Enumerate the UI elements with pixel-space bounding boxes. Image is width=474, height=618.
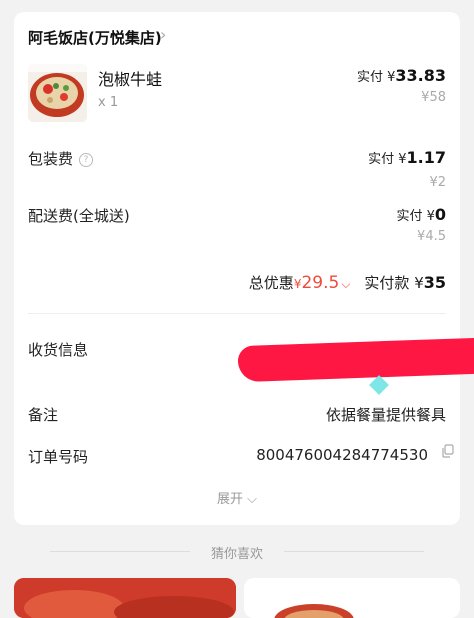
recommend-image — [244, 578, 460, 618]
recommend-title: 猜你喜欢 — [210, 547, 263, 562]
redaction-mark — [237, 337, 474, 383]
total-paid-label: 实付款 ¥ — [364, 274, 424, 292]
chevron-right-icon[interactable]: › — [160, 25, 166, 44]
order-number-label: 订单号码 — [28, 448, 89, 466]
total-discount-value[interactable]: 29.5 — [301, 273, 339, 293]
food-image — [28, 64, 87, 122]
packing-paid-prefix: 实付 ¥ — [368, 152, 407, 167]
order-number-value: 800476004284774530 — [256, 446, 428, 464]
expand-button[interactable]: 展开 ⌵ — [14, 488, 460, 507]
copy-icon[interactable] — [442, 444, 454, 458]
item-original-price: ¥58 — [421, 90, 446, 105]
delivery-original-price: ¥4.5 — [417, 229, 446, 244]
chevron-down-icon[interactable]: ⌵ — [341, 277, 350, 291]
recommend-image — [14, 578, 236, 618]
delivery-paid-prefix: 实付 ¥ — [396, 209, 435, 224]
recommend-card[interactable] — [14, 578, 236, 618]
remark-value: 依据餐量提供餐具 — [325, 406, 446, 424]
expand-label: 展开 — [216, 492, 243, 507]
chevron-down-icon: ⌵ — [247, 492, 257, 507]
decoration-mark — [369, 375, 389, 395]
delivery-paid-value: 0 — [434, 205, 446, 224]
item-paid: 实付 ¥33.83 — [357, 66, 446, 85]
item-name: 泡椒牛蛙 — [98, 70, 163, 89]
remark-label: 备注 — [28, 406, 59, 424]
item-paid-value: 33.83 — [395, 66, 446, 85]
order-card: 阿毛饭店(万悦集店) › 泡椒牛蛙 x 1 实付 ¥33.83 ¥58 包装费?… — [14, 12, 474, 525]
item-paid-prefix: 实付 ¥ — [356, 70, 396, 85]
delivery-paid: 实付 ¥0 — [396, 205, 446, 224]
price-summary: 总优惠¥29.5 ⌵ 实付款 ¥35 — [249, 272, 446, 293]
help-icon[interactable]: ? — [79, 152, 94, 167]
packing-fee-text: 包装费 — [28, 150, 74, 168]
delivery-fee-label: 配送费(全城送) — [28, 207, 130, 225]
packing-fee-label: 包装费? — [28, 148, 94, 169]
total-paid-value: 35 — [423, 273, 446, 292]
packing-paid: 实付 ¥1.17 — [368, 148, 446, 167]
packing-paid-value: 1.17 — [406, 148, 446, 167]
address-label: 收货信息 — [28, 341, 89, 359]
total-discount-label: 总优惠 — [248, 274, 294, 292]
recommend-card[interactable] — [244, 578, 460, 618]
item-quantity: x 1 — [98, 95, 119, 110]
food-thumbnail[interactable] — [28, 64, 87, 122]
packing-original-price: ¥2 — [429, 175, 446, 190]
shop-name[interactable]: 阿毛饭店(万悦集店) — [28, 27, 162, 48]
divider — [28, 313, 446, 314]
